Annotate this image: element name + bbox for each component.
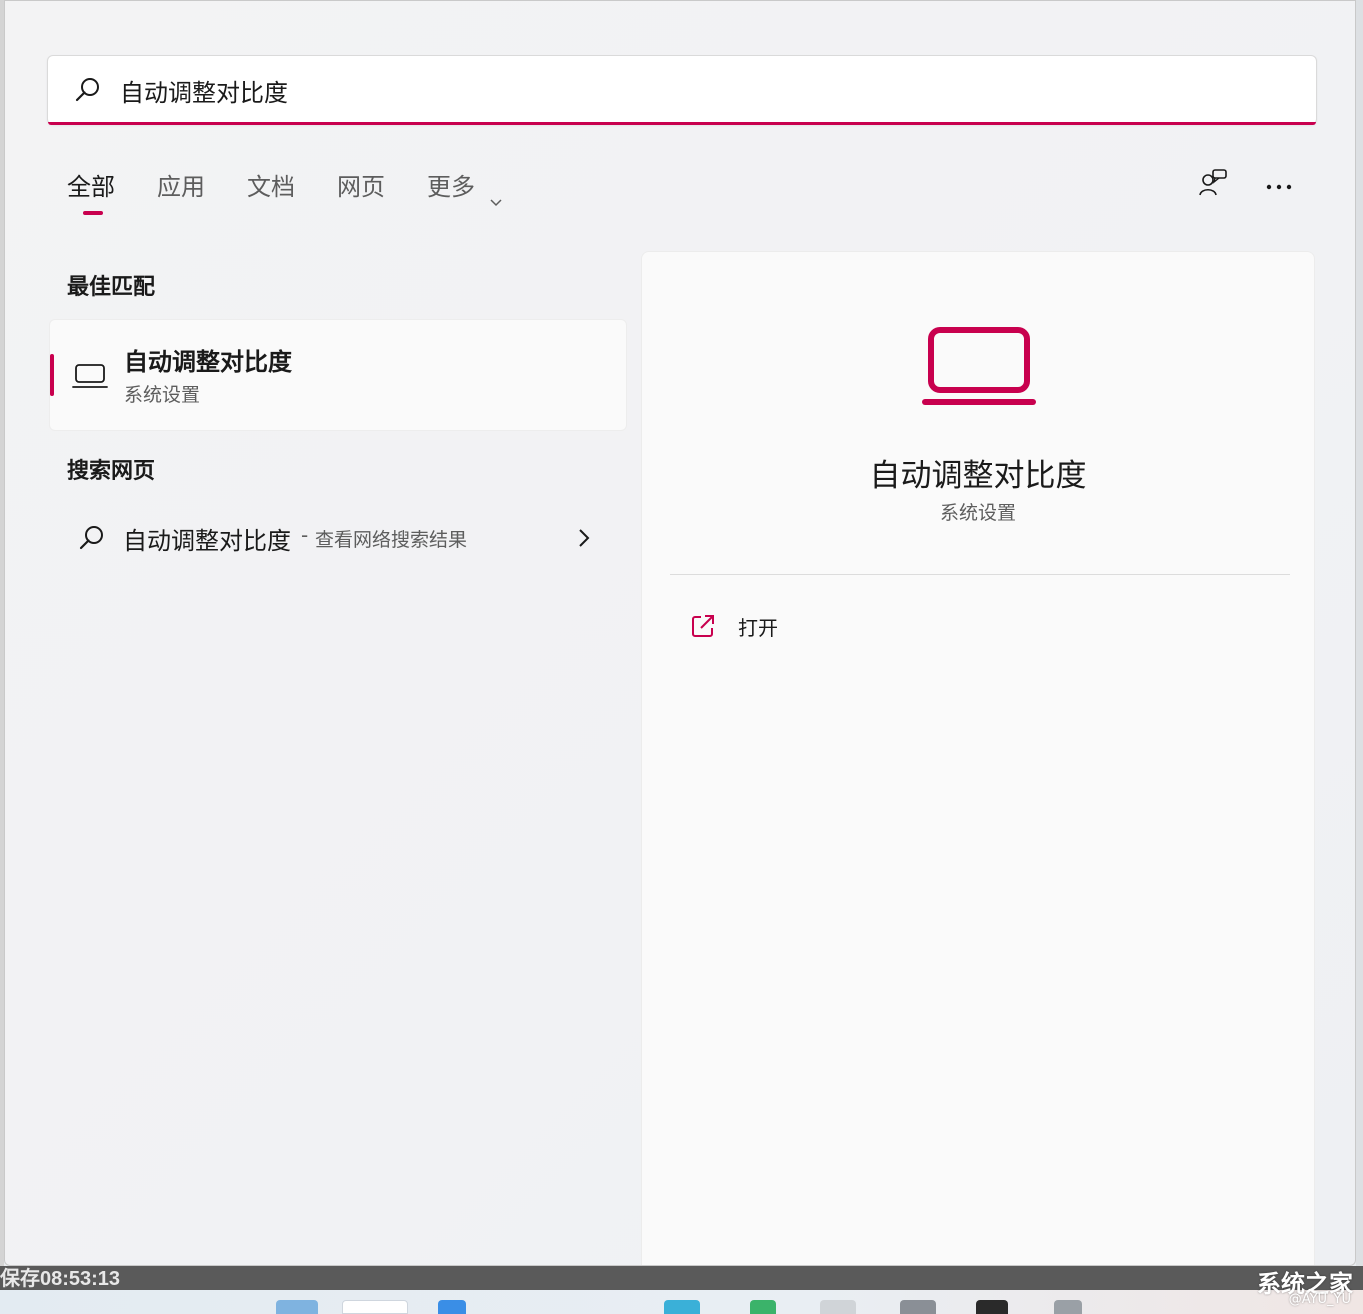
web-search-heading: 搜索网页 bbox=[67, 459, 156, 484]
search-flyout: 全部 应用 文档 网页 更多 bbox=[4, 0, 1356, 1266]
tab-label: 应用 bbox=[157, 173, 205, 201]
detail-subtitle: 系统设置 bbox=[939, 502, 1016, 524]
best-match-result[interactable]: 自动调整对比度 系统设置 bbox=[49, 319, 627, 431]
background-status-bar bbox=[0, 1266, 1363, 1290]
taskbar-app-icon[interactable] bbox=[1054, 1300, 1082, 1314]
tab-more[interactable]: 更多 bbox=[427, 167, 503, 217]
taskbar-app-icon[interactable] bbox=[900, 1300, 936, 1314]
tab-label: 网页 bbox=[337, 173, 385, 201]
feedback-button[interactable] bbox=[1197, 167, 1229, 203]
detail-title: 自动调整对比度 bbox=[869, 458, 1087, 494]
watermark-sub: @AYU_YU bbox=[1288, 1292, 1351, 1307]
save-status-text: 保存08:53:13 bbox=[0, 1268, 121, 1290]
web-search-result[interactable]: 自动调整对比度 - 查看网络搜索结果 bbox=[49, 501, 627, 575]
tab-all[interactable]: 全部 bbox=[67, 167, 115, 217]
tab-label: 全部 bbox=[67, 173, 115, 201]
selection-indicator bbox=[50, 354, 54, 396]
tab-label: 更多 bbox=[427, 173, 475, 201]
search-icon bbox=[77, 523, 107, 553]
tab-web[interactable]: 网页 bbox=[337, 167, 385, 217]
taskbar-app-icon[interactable] bbox=[276, 1300, 318, 1314]
open-external-icon bbox=[690, 613, 716, 639]
result-title: 自动调整对比度 bbox=[124, 348, 292, 376]
taskbar-app-icon[interactable] bbox=[750, 1300, 776, 1314]
search-icon bbox=[74, 76, 102, 104]
web-search-separator: - bbox=[301, 523, 309, 547]
open-action-label: 打开 bbox=[738, 615, 778, 640]
web-search-query: 自动调整对比度 bbox=[123, 527, 291, 555]
web-search-hint: 查看网络搜索结果 bbox=[315, 529, 468, 551]
tab-label: 文档 bbox=[247, 173, 295, 201]
search-input[interactable] bbox=[120, 70, 1270, 110]
more-options-icon bbox=[1265, 176, 1293, 195]
search-box[interactable] bbox=[47, 55, 1317, 125]
open-action[interactable]: 打开 bbox=[690, 610, 778, 642]
filter-tabs: 全部 应用 文档 网页 更多 bbox=[67, 167, 545, 217]
taskbar-app-icon[interactable] bbox=[342, 1300, 408, 1314]
laptop-icon bbox=[922, 326, 1038, 408]
taskbar-app-icon[interactable] bbox=[820, 1300, 856, 1314]
active-tab-indicator bbox=[83, 211, 103, 215]
tab-apps[interactable]: 应用 bbox=[157, 167, 205, 217]
tab-documents[interactable]: 文档 bbox=[247, 167, 295, 217]
feedback-icon bbox=[1198, 167, 1228, 203]
background-window-edge bbox=[1356, 0, 1363, 1266]
taskbar-app-icon[interactable] bbox=[664, 1300, 700, 1314]
chevron-down-icon bbox=[489, 181, 503, 207]
best-match-heading: 最佳匹配 bbox=[67, 275, 156, 300]
result-subtitle: 系统设置 bbox=[124, 384, 201, 406]
taskbar-app-icon[interactable] bbox=[438, 1300, 466, 1314]
chevron-right-icon bbox=[575, 527, 593, 549]
more-options-button[interactable] bbox=[1263, 167, 1295, 203]
result-detail-panel: 自动调整对比度 系统设置 打开 bbox=[641, 251, 1315, 1265]
flyout-toolbar bbox=[1197, 167, 1295, 203]
taskbar-app-icon[interactable] bbox=[976, 1300, 1008, 1314]
laptop-icon bbox=[72, 362, 108, 390]
divider bbox=[670, 574, 1290, 575]
